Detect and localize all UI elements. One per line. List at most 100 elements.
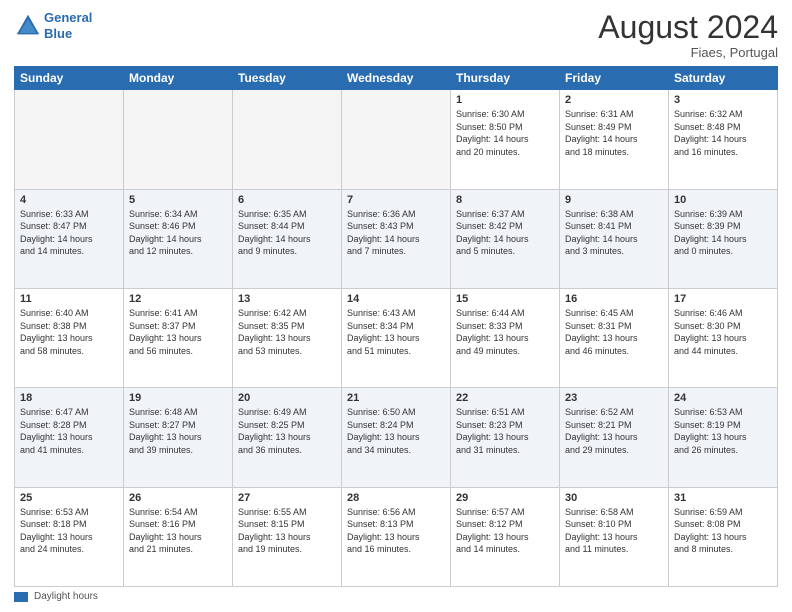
calendar-cell: 2 Sunrise: 6:31 AMSunset: 8:49 PMDaylight… bbox=[560, 90, 669, 189]
day-info: Sunrise: 6:42 AMSunset: 8:35 PMDaylight:… bbox=[238, 307, 336, 357]
day-number: 17 bbox=[674, 293, 772, 305]
calendar-cell bbox=[15, 90, 124, 189]
calendar-cell: 8 Sunrise: 6:37 AMSunset: 8:42 PMDaylight… bbox=[451, 189, 560, 288]
calendar-week-row: 1Sunrise: 6:30 AMSunset: 8:50 PMDaylight… bbox=[15, 90, 778, 189]
calendar-day-header: Thursday bbox=[451, 67, 560, 90]
day-info: Sunrise: 6:57 AMSunset: 8:12 PMDaylight:… bbox=[456, 506, 554, 556]
calendar-cell: 10 Sunrise: 6:39 AMSunset: 8:39 PMDayligh… bbox=[669, 189, 778, 288]
calendar-header-row: SundayMondayTuesdayWednesdayThursdayFrid… bbox=[15, 67, 778, 90]
day-info: Sunrise: 6:54 AMSunset: 8:16 PMDaylight:… bbox=[129, 506, 227, 556]
day-info: Sunrise: 6:35 AMSunset: 8:44 PMDaylight:… bbox=[238, 208, 336, 258]
calendar-cell: 15 Sunrise: 6:44 AMSunset: 8:33 PMDayligh… bbox=[451, 288, 560, 387]
day-number: 30 bbox=[565, 492, 663, 504]
day-info: Sunrise: 6:46 AMSunset: 8:30 PMDaylight:… bbox=[674, 307, 772, 357]
calendar-cell: 22 Sunrise: 6:51 AMSunset: 8:23 PMDayligh… bbox=[451, 388, 560, 487]
day-number: 4 bbox=[20, 194, 118, 206]
calendar-day-header: Friday bbox=[560, 67, 669, 90]
calendar-cell: 11Sunrise: 6:40 AMSunset: 8:38 PMDayligh… bbox=[15, 288, 124, 387]
calendar-cell: 25Sunrise: 6:53 AMSunset: 8:18 PMDayligh… bbox=[15, 487, 124, 586]
calendar-cell: 5 Sunrise: 6:34 AMSunset: 8:46 PMDaylight… bbox=[124, 189, 233, 288]
day-number: 14 bbox=[347, 293, 445, 305]
calendar-day-header: Tuesday bbox=[233, 67, 342, 90]
day-info: Sunrise: 6:45 AMSunset: 8:31 PMDaylight:… bbox=[565, 307, 663, 357]
calendar-cell: 19 Sunrise: 6:48 AMSunset: 8:27 PMDayligh… bbox=[124, 388, 233, 487]
calendar-cell: 1Sunrise: 6:30 AMSunset: 8:50 PMDaylight… bbox=[451, 90, 560, 189]
day-number: 21 bbox=[347, 392, 445, 404]
day-info: Sunrise: 6:31 AMSunset: 8:49 PMDaylight:… bbox=[565, 108, 663, 158]
day-number: 8 bbox=[456, 194, 554, 206]
calendar-cell: 9 Sunrise: 6:38 AMSunset: 8:41 PMDaylight… bbox=[560, 189, 669, 288]
title-block: August 2024 Fiaes, Portugal bbox=[598, 10, 778, 60]
header: General Blue August 2024 Fiaes, Portugal bbox=[14, 10, 778, 60]
day-number: 23 bbox=[565, 392, 663, 404]
calendar-week-row: 4Sunrise: 6:33 AMSunset: 8:47 PMDaylight… bbox=[15, 189, 778, 288]
day-info: Sunrise: 6:52 AMSunset: 8:21 PMDaylight:… bbox=[565, 406, 663, 456]
calendar-cell bbox=[124, 90, 233, 189]
day-info: Sunrise: 6:41 AMSunset: 8:37 PMDaylight:… bbox=[129, 307, 227, 357]
day-info: Sunrise: 6:38 AMSunset: 8:41 PMDaylight:… bbox=[565, 208, 663, 258]
calendar-cell: 30 Sunrise: 6:58 AMSunset: 8:10 PMDayligh… bbox=[560, 487, 669, 586]
day-number: 5 bbox=[129, 194, 227, 206]
footer: Daylight hours bbox=[14, 591, 778, 602]
calendar-day-header: Monday bbox=[124, 67, 233, 90]
calendar-cell: 20Sunrise: 6:49 AMSunset: 8:25 PMDayligh… bbox=[233, 388, 342, 487]
calendar-cell: 23 Sunrise: 6:52 AMSunset: 8:21 PMDayligh… bbox=[560, 388, 669, 487]
day-number: 19 bbox=[129, 392, 227, 404]
day-info: Sunrise: 6:34 AMSunset: 8:46 PMDaylight:… bbox=[129, 208, 227, 258]
day-number: 27 bbox=[238, 492, 336, 504]
day-number: 3 bbox=[674, 94, 772, 106]
day-info: Sunrise: 6:53 AMSunset: 8:19 PMDaylight:… bbox=[674, 406, 772, 456]
calendar-cell: 7Sunrise: 6:36 AMSunset: 8:43 PMDaylight… bbox=[342, 189, 451, 288]
calendar-week-row: 11Sunrise: 6:40 AMSunset: 8:38 PMDayligh… bbox=[15, 288, 778, 387]
day-number: 18 bbox=[20, 392, 118, 404]
day-info: Sunrise: 6:55 AMSunset: 8:15 PMDaylight:… bbox=[238, 506, 336, 556]
logo-icon bbox=[14, 12, 42, 40]
calendar-cell: 17 Sunrise: 6:46 AMSunset: 8:30 PMDayligh… bbox=[669, 288, 778, 387]
calendar-cell: 6 Sunrise: 6:35 AMSunset: 8:44 PMDaylight… bbox=[233, 189, 342, 288]
day-info: Sunrise: 6:48 AMSunset: 8:27 PMDaylight:… bbox=[129, 406, 227, 456]
day-number: 26 bbox=[129, 492, 227, 504]
calendar-cell: 14 Sunrise: 6:43 AMSunset: 8:34 PMDayligh… bbox=[342, 288, 451, 387]
calendar-cell: 28Sunrise: 6:56 AMSunset: 8:13 PMDayligh… bbox=[342, 487, 451, 586]
day-info: Sunrise: 6:39 AMSunset: 8:39 PMDaylight:… bbox=[674, 208, 772, 258]
day-info: Sunrise: 6:50 AMSunset: 8:24 PMDaylight:… bbox=[347, 406, 445, 456]
calendar-cell: 16 Sunrise: 6:45 AMSunset: 8:31 PMDayligh… bbox=[560, 288, 669, 387]
day-number: 2 bbox=[565, 94, 663, 106]
logo-text: General Blue bbox=[44, 10, 92, 41]
calendar-cell: 13 Sunrise: 6:42 AMSunset: 8:35 PMDayligh… bbox=[233, 288, 342, 387]
day-info: Sunrise: 6:44 AMSunset: 8:33 PMDaylight:… bbox=[456, 307, 554, 357]
calendar-cell: 27 Sunrise: 6:55 AMSunset: 8:15 PMDayligh… bbox=[233, 487, 342, 586]
day-number: 22 bbox=[456, 392, 554, 404]
day-number: 15 bbox=[456, 293, 554, 305]
day-number: 13 bbox=[238, 293, 336, 305]
calendar-cell bbox=[342, 90, 451, 189]
day-info: Sunrise: 6:43 AMSunset: 8:34 PMDaylight:… bbox=[347, 307, 445, 357]
day-info: Sunrise: 6:37 AMSunset: 8:42 PMDaylight:… bbox=[456, 208, 554, 258]
page: General Blue August 2024 Fiaes, Portugal… bbox=[0, 0, 792, 612]
calendar-cell bbox=[233, 90, 342, 189]
day-number: 31 bbox=[674, 492, 772, 504]
calendar-cell: 24 Sunrise: 6:53 AMSunset: 8:19 PMDayligh… bbox=[669, 388, 778, 487]
day-info: Sunrise: 6:36 AMSunset: 8:43 PMDaylight:… bbox=[347, 208, 445, 258]
day-number: 9 bbox=[565, 194, 663, 206]
day-info: Sunrise: 6:51 AMSunset: 8:23 PMDaylight:… bbox=[456, 406, 554, 456]
calendar-cell: 12 Sunrise: 6:41 AMSunset: 8:37 PMDayligh… bbox=[124, 288, 233, 387]
legend-box bbox=[14, 592, 28, 602]
day-number: 16 bbox=[565, 293, 663, 305]
location: Fiaes, Portugal bbox=[598, 45, 778, 60]
day-info: Sunrise: 6:58 AMSunset: 8:10 PMDaylight:… bbox=[565, 506, 663, 556]
day-info: Sunrise: 6:47 AMSunset: 8:28 PMDaylight:… bbox=[20, 406, 118, 456]
calendar-week-row: 18 Sunrise: 6:47 AMSunset: 8:28 PMDayligh… bbox=[15, 388, 778, 487]
day-number: 24 bbox=[674, 392, 772, 404]
calendar-cell: 3 Sunrise: 6:32 AMSunset: 8:48 PMDaylight… bbox=[669, 90, 778, 189]
calendar-cell: 18 Sunrise: 6:47 AMSunset: 8:28 PMDayligh… bbox=[15, 388, 124, 487]
calendar-day-header: Sunday bbox=[15, 67, 124, 90]
day-number: 10 bbox=[674, 194, 772, 206]
day-number: 12 bbox=[129, 293, 227, 305]
day-number: 6 bbox=[238, 194, 336, 206]
month-title: August 2024 bbox=[598, 10, 778, 45]
day-info: Sunrise: 6:30 AMSunset: 8:50 PMDaylight:… bbox=[456, 108, 554, 158]
calendar-cell: 26 Sunrise: 6:54 AMSunset: 8:16 PMDayligh… bbox=[124, 487, 233, 586]
day-info: Sunrise: 6:32 AMSunset: 8:48 PMDaylight:… bbox=[674, 108, 772, 158]
day-info: Sunrise: 6:56 AMSunset: 8:13 PMDaylight:… bbox=[347, 506, 445, 556]
